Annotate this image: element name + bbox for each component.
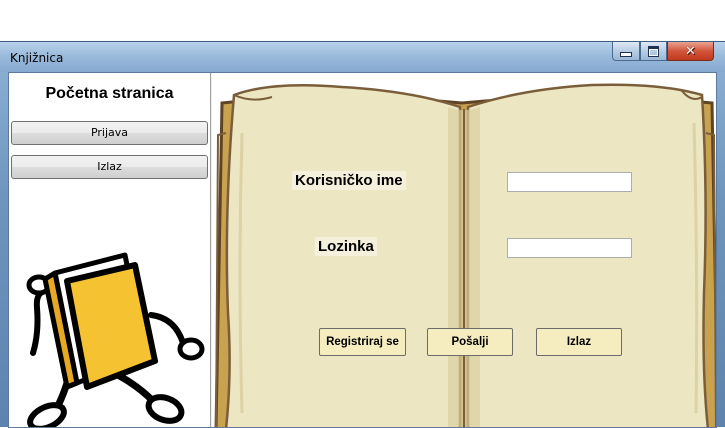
close-icon: ✕ bbox=[685, 43, 696, 59]
app-window: Knjižnica ✕ Početna stranica Prijava Izl… bbox=[0, 41, 725, 428]
exit-button[interactable]: Izlaz bbox=[536, 328, 622, 356]
open-book-illustration bbox=[214, 83, 716, 427]
page-title: Početna stranica bbox=[45, 85, 174, 102]
username-label: Korisničko ime bbox=[292, 171, 406, 190]
client-area: Početna stranica Prijava Izlaz Korisničk… bbox=[8, 72, 717, 428]
close-button[interactable]: ✕ bbox=[667, 42, 714, 61]
password-label: Lozinka bbox=[315, 237, 377, 256]
running-book-mascot-icon bbox=[26, 252, 205, 427]
register-button[interactable]: Registriraj se bbox=[319, 328, 406, 356]
submit-button[interactable]: Pošalji bbox=[427, 328, 513, 356]
maximize-icon bbox=[648, 45, 659, 57]
username-input[interactable] bbox=[507, 172, 632, 192]
password-input[interactable] bbox=[507, 238, 632, 258]
sidebar-item-izlaz[interactable]: Izlaz bbox=[11, 155, 208, 179]
left-navigation-panel: Početna stranica Prijava Izlaz bbox=[9, 73, 211, 427]
minimize-button[interactable] bbox=[612, 42, 640, 61]
title-bar[interactable]: Knjižnica ✕ bbox=[0, 42, 725, 72]
minimize-icon bbox=[620, 51, 632, 57]
sidebar-item-prijava[interactable]: Prijava bbox=[11, 121, 208, 145]
maximize-button[interactable] bbox=[640, 42, 667, 61]
window-title: Knjižnica bbox=[10, 51, 64, 65]
open-book-panel: Korisničko ime Lozinka Registriraj se Po… bbox=[212, 73, 716, 427]
